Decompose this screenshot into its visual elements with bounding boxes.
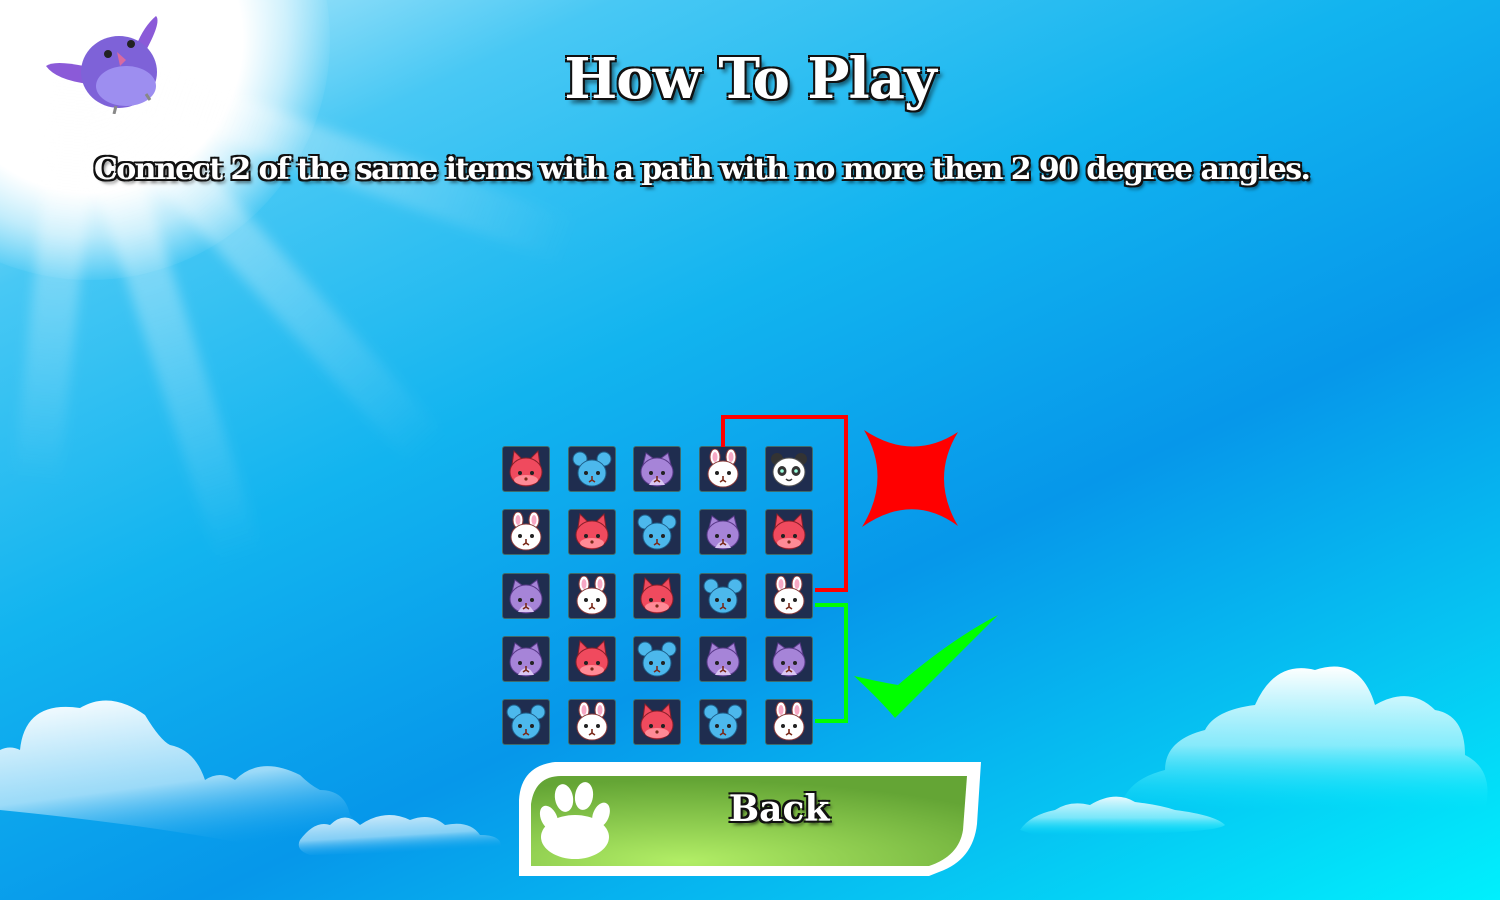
panda-icon: [771, 453, 807, 487]
tile-cat: [765, 636, 813, 682]
instructions-text: Connect 2 of the same items with a path …: [94, 152, 1311, 187]
tile-cat: [699, 509, 747, 555]
green-check-icon: [854, 615, 998, 718]
rabbit-icon: [510, 512, 542, 551]
tile-panda: [765, 446, 813, 492]
tile-fox: [568, 509, 616, 555]
back-button[interactable]: Back: [519, 760, 981, 876]
cat-icon: [706, 515, 740, 550]
cat-icon: [509, 579, 543, 614]
tile-fox: [502, 446, 550, 492]
tile-fox: [633, 573, 681, 619]
red-x-icon: [862, 430, 958, 527]
mouse-icon: [506, 704, 546, 740]
tile-cat: [699, 636, 747, 682]
valid-path-line: [815, 603, 848, 723]
tile-mouse: [633, 509, 681, 555]
rabbit-icon: [576, 702, 608, 741]
tile-fox: [765, 509, 813, 555]
mouse-icon: [703, 704, 743, 740]
tile-rabbit: [568, 699, 616, 745]
tile-mouse: [699, 573, 747, 619]
rabbit-icon: [773, 702, 805, 741]
mouse-icon: [637, 514, 677, 550]
mouse-icon: [703, 578, 743, 614]
tile-mouse: [568, 446, 616, 492]
tile-mouse: [699, 699, 747, 745]
cat-icon: [640, 452, 674, 487]
cat-icon: [706, 642, 740, 677]
tile-cat: [633, 446, 681, 492]
tile-mouse: [502, 699, 550, 745]
mouse-icon: [572, 451, 612, 487]
page-title: How To Play: [564, 46, 936, 112]
fox-icon: [640, 576, 674, 614]
fox-icon: [575, 512, 609, 550]
tile-cat: [502, 636, 550, 682]
fox-icon: [509, 449, 543, 487]
tile-fox: [568, 636, 616, 682]
tile-rabbit: [568, 573, 616, 619]
tile-cat: [502, 573, 550, 619]
rabbit-icon: [773, 576, 805, 615]
cat-icon: [772, 642, 806, 677]
fox-icon: [772, 512, 806, 550]
back-button-label: Back: [728, 788, 830, 830]
tile-rabbit: [502, 509, 550, 555]
fox-icon: [575, 639, 609, 677]
tile-rabbit: [765, 573, 813, 619]
fox-icon: [640, 702, 674, 740]
rabbit-icon: [576, 576, 608, 615]
tile-rabbit: [699, 446, 747, 492]
game-scene: How To Play Connect 2 of the same items …: [0, 0, 1500, 900]
cloud-left: [0, 700, 501, 861]
tile-mouse: [633, 636, 681, 682]
invalid-path-line: [721, 415, 848, 592]
cloud-right: [1020, 666, 1488, 835]
tile-rabbit: [765, 699, 813, 745]
tile-fox: [633, 699, 681, 745]
rabbit-icon: [707, 449, 739, 488]
mouse-icon: [637, 641, 677, 677]
cat-icon: [509, 642, 543, 677]
